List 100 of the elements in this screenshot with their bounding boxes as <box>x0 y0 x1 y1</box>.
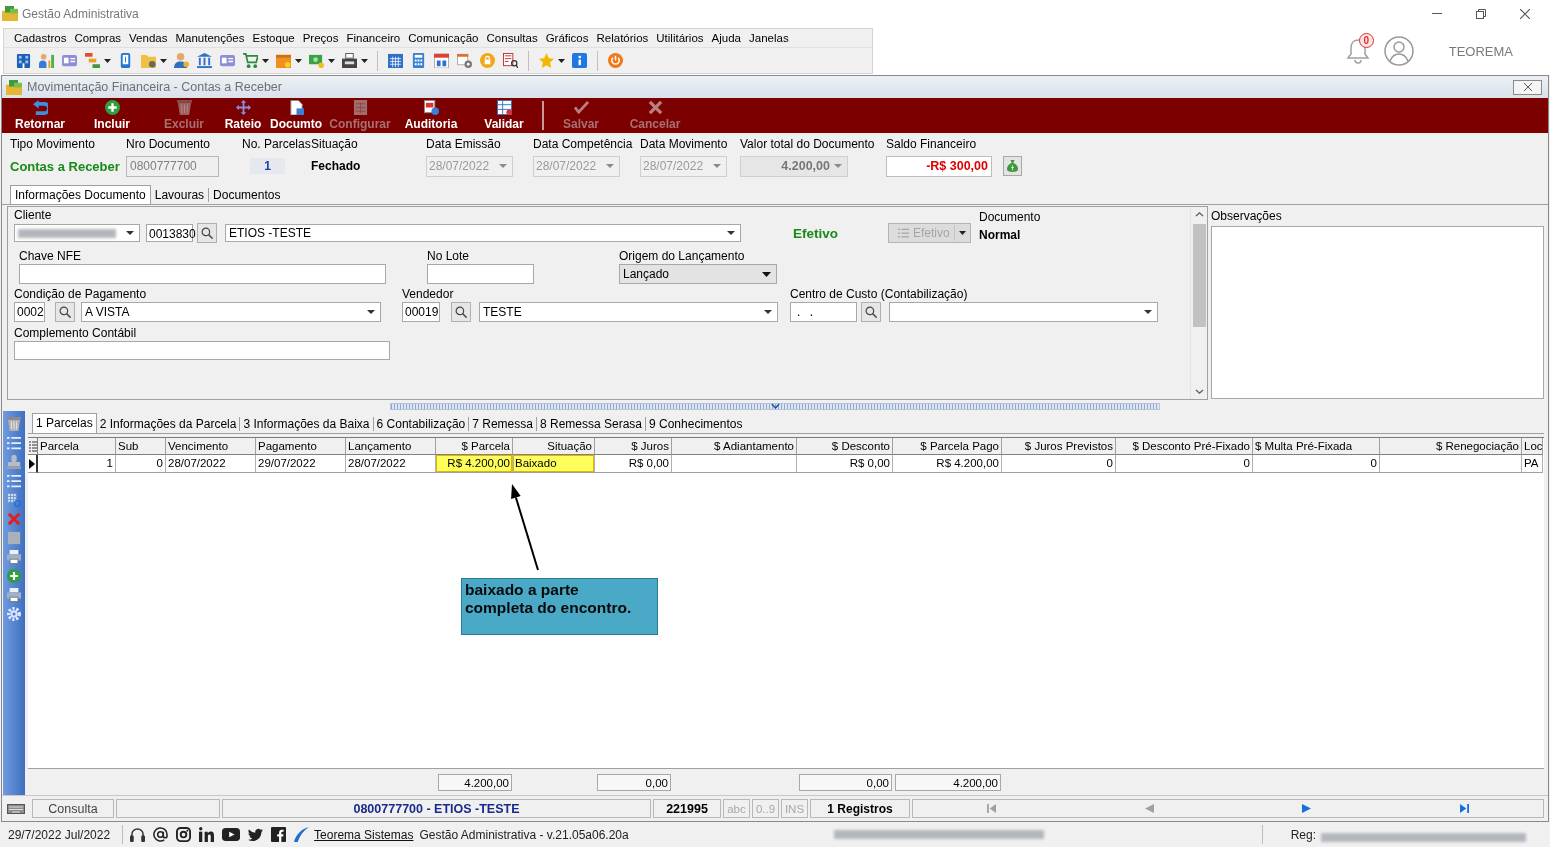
tab[interactable]: 9 Conhecimentos <box>645 417 746 431</box>
column-header[interactable]: $ Desconto Pré-Fixado <box>1116 438 1253 455</box>
list-icon[interactable] <box>7 436 21 450</box>
column-header[interactable]: Sub <box>116 438 166 455</box>
plus-icon[interactable] <box>7 569 21 583</box>
tab[interactable]: 2 Informações da Parcela <box>96 417 240 431</box>
origin-dropdown[interactable]: Lançado <box>619 264 777 284</box>
column-header[interactable]: $ Juros Previstos <box>1002 438 1116 455</box>
input-field[interactable] <box>19 264 386 284</box>
people-chart-icon[interactable] <box>39 53 54 68</box>
menu-item[interactable]: Preços <box>298 32 343 44</box>
menu-item[interactable]: Cadastros <box>10 32 71 44</box>
seller-dropdown[interactable]: TESTE <box>479 302 778 322</box>
search-button[interactable] <box>451 302 471 322</box>
client-dropdown[interactable] <box>14 224 140 242</box>
column-header[interactable]: Loc <box>1522 438 1543 455</box>
icon-button[interactable] <box>1003 156 1022 176</box>
toolbar-button[interactable]: Documto <box>266 98 326 133</box>
column-header[interactable]: $ Desconto <box>797 438 893 455</box>
tab[interactable]: 1 Parcelas <box>32 413 97 433</box>
printer-icon[interactable] <box>7 588 21 602</box>
toolbar-button[interactable]: Retornar <box>4 98 76 133</box>
company-link[interactable]: Teorema Sistemas <box>314 827 414 842</box>
input-field[interactable] <box>427 264 534 284</box>
tab[interactable]: Lavouras <box>150 188 209 202</box>
info-icon[interactable] <box>572 53 587 68</box>
tab[interactable]: 7 Remessa <box>468 417 536 431</box>
column-header[interactable]: $ Juros <box>595 438 672 455</box>
menu-item[interactable]: Gráficos <box>541 32 593 44</box>
column-header[interactable]: $ Adiantamento <box>672 438 797 455</box>
column-header[interactable]: Situação <box>513 438 595 455</box>
menu-item[interactable]: Comunicação <box>404 32 483 44</box>
tab[interactable]: 6 Contabilização <box>372 417 469 431</box>
menu-item[interactable]: Consultas <box>482 32 542 44</box>
bank-icon[interactable] <box>197 53 212 68</box>
close-icon[interactable] <box>1520 8 1530 19</box>
keyboard-icon[interactable] <box>7 803 25 814</box>
column-header[interactable]: Vencimento <box>166 438 256 455</box>
column-header[interactable]: Pagamento <box>256 438 346 455</box>
close-button[interactable] <box>1513 79 1542 95</box>
cash-register-icon[interactable] <box>342 53 357 68</box>
toolbar-button[interactable]: Incluir <box>76 98 148 133</box>
balance-field[interactable]: -R$ 300,00 <box>886 155 992 177</box>
seller-code-field[interactable]: 00019 <box>402 302 440 322</box>
headset-icon[interactable] <box>130 827 146 842</box>
menu-item[interactable]: Financeiro <box>342 32 405 44</box>
dropdown-caret-icon[interactable] <box>295 58 302 63</box>
menu-item[interactable]: Utilitários <box>652 32 708 44</box>
dropdown-caret-icon[interactable] <box>262 58 269 63</box>
menu-item[interactable]: Relatórios <box>592 32 653 44</box>
power-icon[interactable] <box>608 53 623 68</box>
notes-field[interactable] <box>1211 226 1544 399</box>
scrollbar-thumb[interactable] <box>1192 224 1206 327</box>
bell-icon[interactable] <box>1345 38 1370 64</box>
building-icon[interactable] <box>16 53 31 68</box>
toolbar-button[interactable]: Validar <box>468 98 540 133</box>
dropdown-caret-icon[interactable] <box>558 58 565 63</box>
column-header[interactable]: $ Multa Pré-Fixada <box>1253 438 1380 455</box>
youtube-icon[interactable] <box>222 828 241 841</box>
search-button[interactable] <box>861 302 881 322</box>
payment-code-field[interactable]: 0002 <box>14 302 45 322</box>
cost-center-code-field[interactable]: . . <box>790 302 857 322</box>
input-field[interactable] <box>14 341 390 360</box>
column-header[interactable]: $ Parcela Pago <box>893 438 1002 455</box>
swoosh-logo-icon[interactable] <box>294 827 310 842</box>
dropdown-caret-icon[interactable] <box>328 58 335 63</box>
search-button[interactable] <box>55 302 75 322</box>
column-header[interactable]: Parcela <box>38 438 116 455</box>
menu-item[interactable]: Ajuda <box>707 32 745 44</box>
tab[interactable]: 8 Remessa Serasa <box>535 417 645 431</box>
calendar-icon[interactable] <box>434 53 449 68</box>
mobile-icon[interactable] <box>118 53 133 68</box>
settings-icon[interactable] <box>7 607 21 621</box>
printer-icon[interactable] <box>7 550 21 564</box>
dropdown-caret-icon[interactable] <box>104 58 111 63</box>
star-icon[interactable] <box>539 53 554 68</box>
facebook-icon[interactable] <box>271 827 287 842</box>
column-chooser-icon[interactable] <box>28 440 37 452</box>
stamp-icon[interactable] <box>7 455 21 469</box>
menu-item[interactable]: Vendas <box>125 32 172 44</box>
scroll-up-icon[interactable] <box>1194 212 1204 217</box>
twitter-icon[interactable] <box>248 827 264 842</box>
instagram-icon[interactable] <box>176 827 192 842</box>
menu-item[interactable]: Estoque <box>248 32 299 44</box>
search-button[interactable] <box>197 223 217 243</box>
calculator-icon[interactable] <box>411 53 426 68</box>
toolbar-button[interactable]: Rateio <box>220 98 266 133</box>
menu-item[interactable]: Compras <box>70 32 126 44</box>
client-name-dropdown[interactable]: ETIOS -TESTE <box>225 224 741 242</box>
calendar-icon[interactable] <box>388 53 403 68</box>
payment-condition-dropdown[interactable]: A VISTA <box>81 302 381 322</box>
user-avatar-icon[interactable] <box>1383 36 1414 66</box>
document-search-icon[interactable] <box>503 53 518 68</box>
id-card-icon[interactable] <box>62 53 77 68</box>
calendar-gear-icon[interactable] <box>457 53 472 68</box>
menu-item[interactable]: Manutenções <box>171 32 249 44</box>
dropdown-caret-icon[interactable] <box>361 58 368 63</box>
list-icon[interactable] <box>7 474 21 488</box>
toolbar-button[interactable]: Auditoria <box>394 98 468 133</box>
next-icon[interactable] <box>1302 804 1312 813</box>
